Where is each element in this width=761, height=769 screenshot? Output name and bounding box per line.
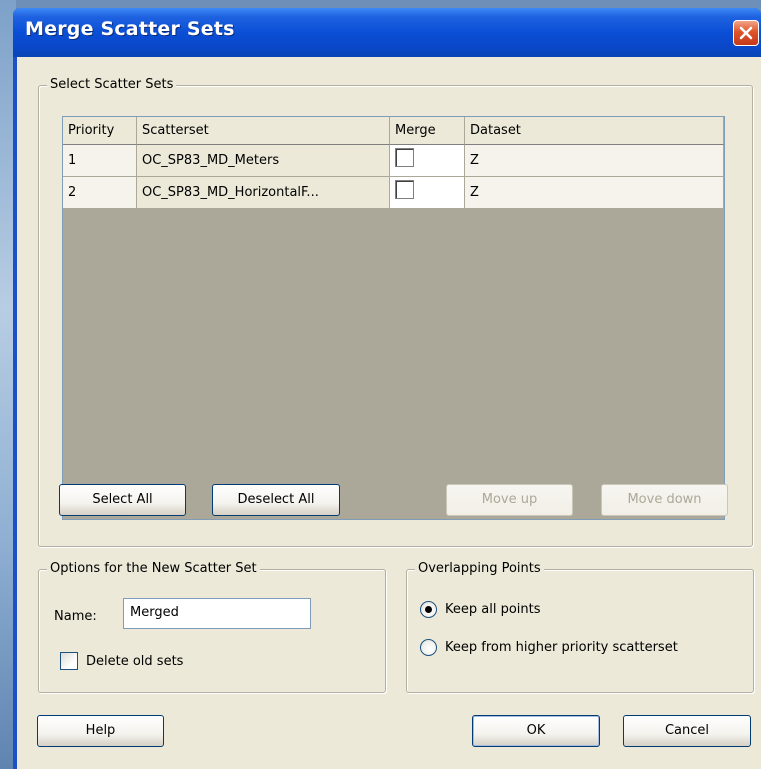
table-header: Priority Scatterset Merge Dataset (63, 117, 724, 145)
table-row-2-dataset[interactable]: Z (465, 177, 724, 209)
deselect-all-button[interactable]: Deselect All (212, 484, 340, 516)
column-header-merge[interactable]: Merge (390, 117, 465, 145)
options-group-title: Options for the New Scatter Set (47, 561, 260, 577)
keep-higher-priority-label[interactable]: Keep from higher priority scatterset (445, 640, 678, 656)
row-1-merge-checkbox[interactable] (395, 148, 414, 167)
merge-scatter-sets-dialog: Merge Scatter Sets Select Scatter Sets P… (13, 8, 761, 769)
table-row-2-merge-cell[interactable] (390, 177, 465, 209)
overlapping-points-group: Overlapping Points (406, 561, 754, 693)
cancel-button[interactable]: Cancel (623, 715, 751, 747)
table-row-1-dataset[interactable]: Z (465, 145, 724, 177)
table-row-2-priority[interactable]: 2 (63, 177, 137, 209)
dialog-client-area: Select Scatter Sets Priority Scatterset … (17, 57, 761, 769)
row-2-merge-checkbox[interactable] (395, 180, 414, 199)
close-button[interactable] (733, 20, 759, 46)
move-up-button[interactable]: Move up (446, 484, 573, 516)
table-row-2-scatterset[interactable]: OC_SP83_MD_HorizontalF... (137, 177, 390, 209)
options-new-scatter-set-group: Options for the New Scatter Set (38, 561, 386, 693)
dialog-title: Merge Scatter Sets (25, 18, 235, 40)
keep-all-points-label[interactable]: Keep all points (445, 602, 541, 618)
select-all-button[interactable]: Select All (59, 484, 186, 516)
delete-old-sets-checkbox[interactable] (60, 652, 78, 670)
column-header-scatterset[interactable]: Scatterset (137, 117, 390, 145)
keep-all-points-radio[interactable] (420, 601, 437, 618)
name-label: Name: (54, 609, 97, 624)
ok-button[interactable]: OK (472, 715, 600, 747)
select-scatter-sets-title: Select Scatter Sets (47, 77, 177, 93)
table-row-1-merge-cell[interactable] (390, 145, 465, 177)
column-header-priority[interactable]: Priority (63, 117, 137, 145)
name-input[interactable]: Merged (123, 598, 311, 629)
help-button[interactable]: Help (37, 715, 164, 747)
scatter-sets-table[interactable]: Priority Scatterset Merge Dataset 1 OC_S… (62, 116, 725, 520)
column-header-dataset[interactable]: Dataset (465, 117, 724, 145)
overlapping-points-title: Overlapping Points (415, 561, 544, 577)
radio-selected-dot (425, 606, 432, 613)
table-row-1-priority[interactable]: 1 (63, 145, 137, 177)
delete-old-sets-label[interactable]: Delete old sets (86, 654, 183, 670)
title-bar[interactable]: Merge Scatter Sets (13, 8, 761, 57)
move-down-button[interactable]: Move down (601, 484, 728, 516)
keep-higher-priority-radio[interactable] (420, 639, 437, 656)
close-icon (739, 26, 753, 40)
table-row-1-scatterset[interactable]: OC_SP83_MD_Meters (137, 145, 390, 177)
